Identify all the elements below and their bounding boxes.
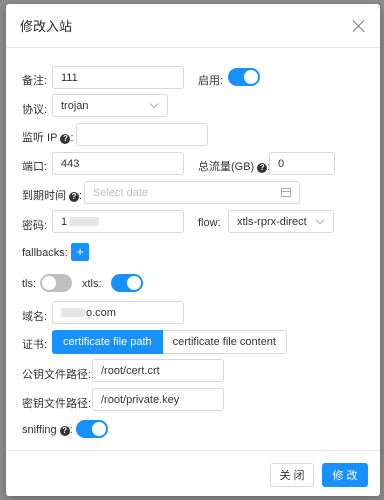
port-label: 端口: [22, 161, 48, 173]
add-fallback-button[interactable]: + [71, 243, 89, 261]
chevron-down-icon [317, 217, 325, 225]
privkey-input[interactable]: /root/private.key [92, 388, 224, 411]
total-flow-input[interactable]: 0 [269, 152, 335, 175]
port-input[interactable]: 443 [52, 152, 184, 175]
edit-inbound-modal: 修改入站 备注: 111 启用: 协议: trojan 监听 IP?: 端口: … [6, 4, 380, 496]
total-flow-label-text: 总流量(GB) [198, 161, 255, 173]
privkey-value: /root/private.key [101, 393, 180, 406]
modal-header: 修改入站 [6, 4, 380, 48]
privkey-label: 密钥文件路径: [22, 398, 92, 410]
flow-label: flow: [198, 217, 221, 229]
tls-toggle[interactable] [40, 274, 72, 292]
toggle-knob [244, 70, 258, 84]
sniffing-label: sniffing?: [22, 424, 73, 436]
close-button[interactable]: 关 闭 [270, 463, 314, 487]
protocol-label: 协议: [22, 104, 48, 116]
question-icon: ? [257, 163, 268, 173]
password-visible: 1 [61, 215, 68, 228]
cert-label: 证书: [22, 339, 48, 351]
domain-label: 域名: [22, 311, 48, 323]
cert-file-content-tab[interactable]: certificate file content [162, 330, 287, 354]
fallbacks-label: fallbacks: [22, 247, 68, 259]
redacted-text [69, 217, 100, 226]
domain-input[interactable]: o.com [52, 301, 184, 324]
protocol-value: trojan [61, 99, 89, 112]
modal-footer: 关 闭 修 改 [6, 450, 380, 496]
expire-label-text: 到期时间 [22, 190, 66, 202]
chevron-down-icon [151, 101, 159, 109]
cert-type-radio-group: certificate file path certificate file c… [52, 330, 287, 354]
tls-label: tls: [22, 278, 37, 290]
pubkey-value: /root/cert.crt [101, 364, 160, 377]
remark-label: 备注: [22, 75, 48, 87]
remark-value: 111 [61, 71, 78, 84]
listen-ip-input[interactable] [76, 123, 208, 146]
enable-toggle[interactable] [228, 68, 260, 86]
question-icon: ? [69, 192, 79, 202]
expire-label: 到期时间?: [22, 190, 83, 202]
flow-select[interactable]: xtls-rprx-direct [228, 210, 334, 233]
expire-date-picker[interactable]: Select date [84, 181, 300, 204]
pubkey-label: 公钥文件路径: [22, 369, 92, 381]
total-flow-value: 0 [278, 157, 285, 170]
xtls-toggle[interactable] [111, 274, 143, 292]
listen-ip-label: 监听 IP?: [22, 132, 74, 144]
toggle-knob [127, 276, 141, 290]
toggle-knob [42, 276, 56, 290]
sniffing-toggle[interactable] [76, 420, 108, 438]
question-icon: ? [59, 426, 70, 436]
pubkey-input[interactable]: /root/cert.crt [92, 359, 224, 382]
password-label: 密码: [22, 220, 48, 232]
protocol-select[interactable]: trojan [52, 94, 168, 117]
close-icon[interactable] [352, 19, 366, 33]
port-value: 443 [61, 157, 80, 170]
toggle-knob [92, 422, 106, 436]
expire-placeholder: Select date [93, 186, 149, 199]
sniffing-label-text: sniffing [22, 424, 57, 436]
cert-file-path-tab[interactable]: certificate file path [52, 330, 163, 354]
modal-title: 修改入站 [20, 19, 73, 34]
enable-label: 启用: [198, 75, 224, 87]
calendar-icon [281, 188, 291, 197]
question-icon: ? [60, 134, 71, 144]
total-flow-label: 总流量(GB)?: [198, 158, 270, 174]
listen-ip-label-text: 监听 IP [22, 132, 58, 144]
flow-value: xtls-rprx-direct [237, 215, 307, 228]
domain-visible: o.com [86, 306, 116, 319]
password-input[interactable]: 1 [52, 210, 184, 233]
xtls-label: xtls: [82, 278, 102, 290]
redacted-text [61, 308, 85, 317]
save-button[interactable]: 修 改 [322, 463, 368, 487]
remark-input[interactable]: 111 [52, 66, 184, 89]
